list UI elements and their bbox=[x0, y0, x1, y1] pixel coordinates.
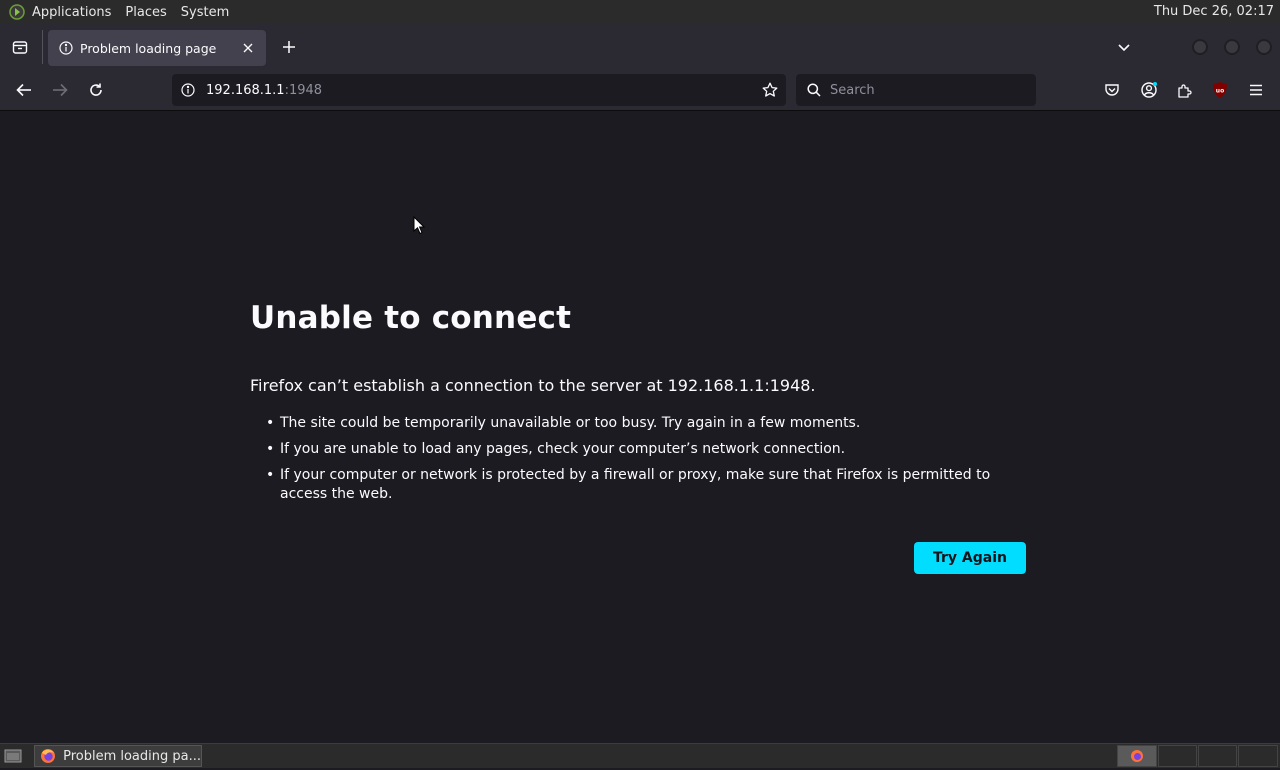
workspace-3[interactable] bbox=[1198, 745, 1237, 767]
tab-problem-loading[interactable]: Problem loading page bbox=[48, 30, 266, 66]
list-all-tabs-chevron-icon[interactable] bbox=[1114, 38, 1134, 58]
ublock-origin-icon[interactable]: uo bbox=[1209, 79, 1231, 101]
list-item: If you are unable to load any pages, che… bbox=[250, 440, 1030, 459]
account-icon[interactable] bbox=[1138, 79, 1160, 101]
mate-logo-icon[interactable] bbox=[8, 3, 26, 21]
list-item: If your computer or network is protected… bbox=[250, 466, 1030, 504]
clock[interactable]: Thu Dec 26, 02:17 bbox=[1154, 4, 1274, 19]
try-again-button[interactable]: Try Again bbox=[914, 542, 1026, 574]
maximize-window-button[interactable] bbox=[1224, 39, 1240, 55]
show-desktop-icon[interactable] bbox=[2, 747, 24, 765]
desktop-bottom-panel: Problem loading pa... bbox=[0, 743, 1280, 768]
error-title: Unable to connect bbox=[250, 300, 572, 336]
new-tab-icon[interactable] bbox=[279, 37, 299, 57]
forward-arrow-icon[interactable] bbox=[48, 79, 72, 101]
extensions-puzzle-icon[interactable] bbox=[1174, 79, 1196, 101]
search-icon bbox=[806, 82, 822, 98]
error-suggestions-list: The site could be temporarily unavailabl… bbox=[250, 414, 1030, 511]
page-content: Unable to connect Firefox can’t establis… bbox=[0, 111, 1280, 743]
search-bar[interactable] bbox=[796, 74, 1036, 106]
tab-strip: Problem loading page bbox=[0, 24, 1280, 70]
bookmark-star-icon[interactable] bbox=[760, 80, 780, 100]
taskbar-window-firefox[interactable]: Problem loading pa... bbox=[34, 745, 202, 767]
taskbar-window-label: Problem loading pa... bbox=[63, 748, 201, 764]
tab-title: Problem loading page bbox=[80, 40, 217, 56]
back-arrow-icon[interactable] bbox=[12, 79, 36, 101]
desktop-top-panel: Applications Places System Thu Dec 26, 0… bbox=[0, 0, 1280, 24]
close-tab-icon[interactable] bbox=[238, 38, 258, 58]
minimize-window-button[interactable] bbox=[1192, 39, 1208, 55]
search-input[interactable] bbox=[830, 82, 1020, 98]
navigation-toolbar: 192.168.1.1:1948 uo bbox=[0, 70, 1280, 111]
svg-text:uo: uo bbox=[1216, 88, 1224, 95]
url-port: :1948 bbox=[284, 82, 323, 98]
url-host: 192.168.1.1 bbox=[206, 82, 285, 98]
site-info-icon[interactable] bbox=[180, 82, 196, 98]
workspace-4[interactable] bbox=[1238, 745, 1278, 767]
list-item: The site could be temporarily unavailabl… bbox=[250, 414, 1030, 433]
menu-places[interactable]: Places bbox=[125, 5, 166, 20]
reload-icon[interactable] bbox=[84, 79, 108, 101]
address-bar[interactable]: 192.168.1.1:1948 bbox=[172, 74, 786, 106]
url-text[interactable]: 192.168.1.1:1948 bbox=[206, 83, 322, 98]
close-window-button[interactable] bbox=[1256, 39, 1272, 55]
tab-separator bbox=[42, 30, 43, 64]
workspace-2[interactable] bbox=[1158, 745, 1197, 767]
menu-applications[interactable]: Applications bbox=[32, 5, 111, 20]
firefox-view-icon[interactable] bbox=[8, 36, 32, 58]
pocket-icon[interactable] bbox=[1101, 79, 1123, 101]
workspace-1[interactable] bbox=[1117, 745, 1157, 767]
info-icon bbox=[58, 40, 74, 56]
mouse-cursor-icon bbox=[413, 216, 425, 235]
error-description: Firefox can’t establish a connection to … bbox=[250, 376, 816, 395]
hamburger-menu-icon[interactable] bbox=[1245, 79, 1267, 101]
firefox-icon bbox=[39, 747, 56, 765]
menu-system[interactable]: System bbox=[181, 5, 229, 20]
